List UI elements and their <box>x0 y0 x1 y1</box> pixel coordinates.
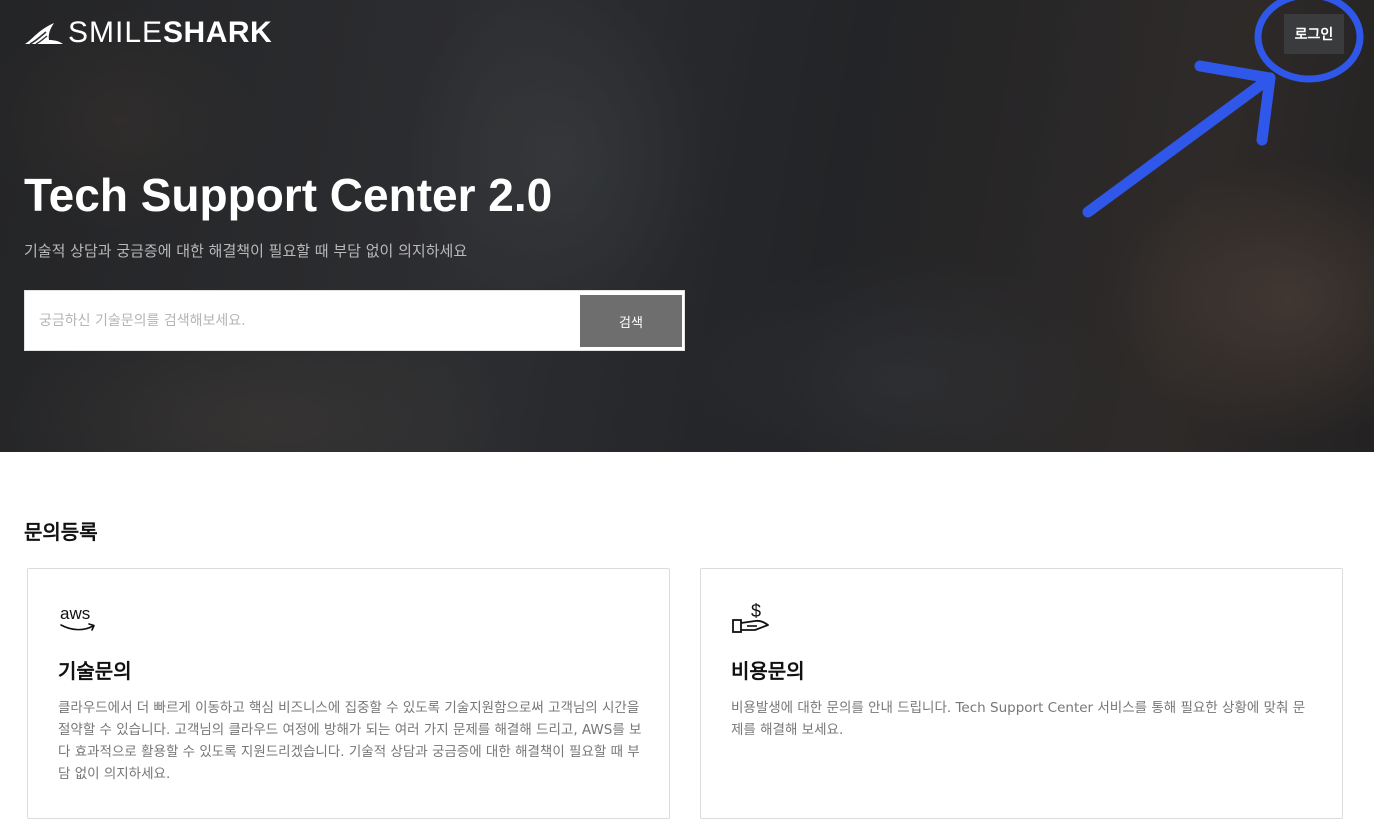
svg-text:$: $ <box>751 601 761 621</box>
section-title: 문의등록 <box>24 520 98 544</box>
logo[interactable]: SMILESHARK <box>24 18 272 48</box>
hero-overlay <box>0 0 1374 452</box>
money-hand-icon: $ <box>732 601 769 633</box>
logo-text-smile: SMILE <box>68 16 164 49</box>
card-title: 비용문의 <box>731 659 805 683</box>
aws-icon: aws <box>60 604 95 631</box>
card-title: 기술문의 <box>58 659 132 683</box>
card-description: 비용발생에 대한 문의를 안내 드립니다. Tech Support Cente… <box>731 700 1306 738</box>
card-description: 클라우드에서 더 빠르게 이동하고 핵심 비즈니스에 집중할 수 있도록 기술지… <box>58 700 642 782</box>
shark-fin-icon <box>25 23 63 45</box>
billing-inquiry-card[interactable]: $ 비용문의 비용발생에 대한 문의를 안내 드립니다. Tech Suppor… <box>700 568 1343 819</box>
page-subtitle: 기술적 상담과 궁금증에 대한 해결책이 필요할 때 부담 없이 의지하세요 <box>24 242 468 260</box>
login-button[interactable]: 로그인 <box>1284 14 1344 54</box>
logo-text-shark: SHARK <box>163 16 273 49</box>
page-title: Tech Support Center 2.0 <box>24 169 553 221</box>
svg-text:aws: aws <box>60 604 90 623</box>
search-button[interactable]: 검색 <box>580 295 682 347</box>
search-bar: 검색 <box>24 290 685 351</box>
hero-banner: SMILESHARK 로그인 Tech Support Center 2.0 기… <box>0 0 1374 452</box>
search-input[interactable] <box>39 303 569 339</box>
tech-inquiry-card[interactable]: aws 기술문의 클라우드에서 더 빠르게 이동하고 핵심 비즈니스에 집중할 … <box>27 568 670 819</box>
